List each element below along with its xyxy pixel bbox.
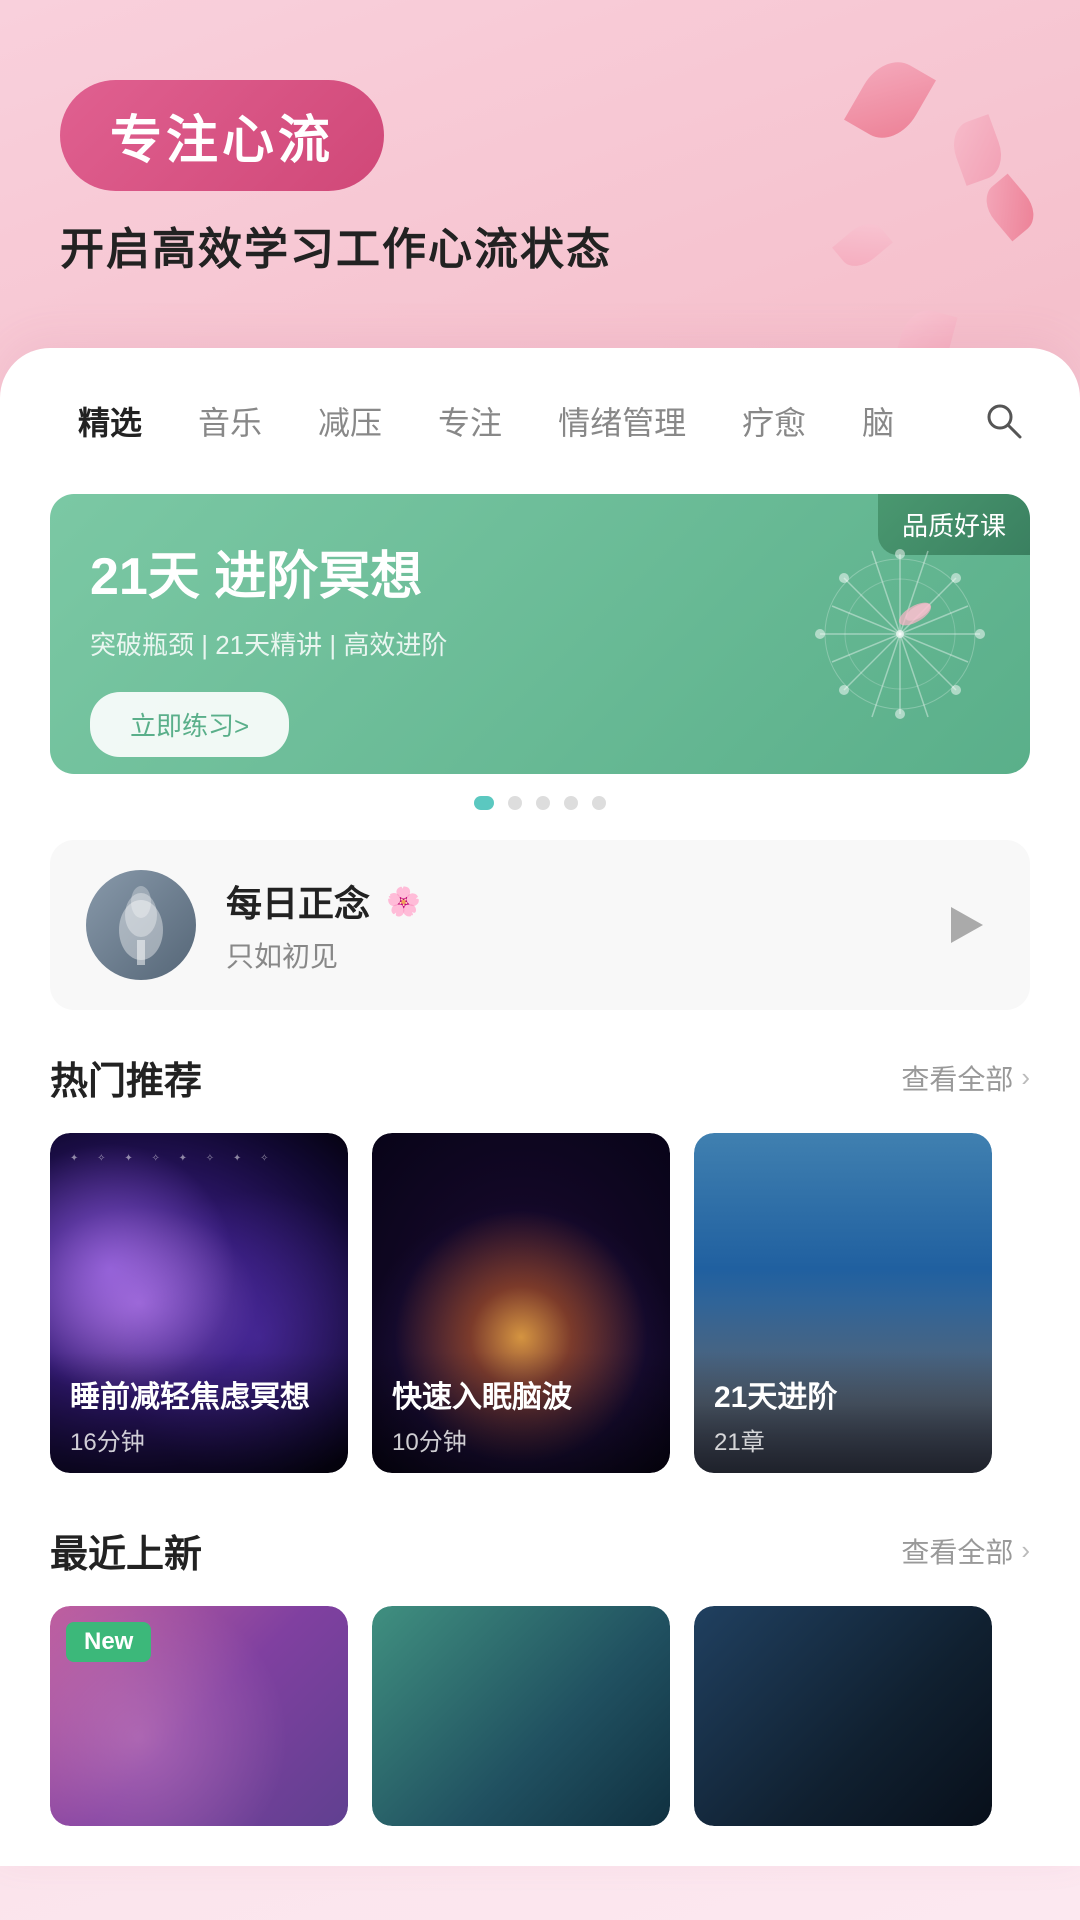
hot-card-2-duration: 10分钟 <box>392 1422 650 1457</box>
banner-cta-button[interactable]: 立即练习> <box>90 692 289 757</box>
hero-subtitle: 开启高效学习工作心流状态 <box>60 221 1020 278</box>
hot-card-3-name: 21天进阶 <box>714 1372 972 1416</box>
search-icon <box>982 399 1026 443</box>
recent-section-header: 最近上新 查看全部 › <box>0 1523 1080 1578</box>
play-icon <box>951 907 983 943</box>
banner-dot-3[interactable] <box>536 796 550 810</box>
recent-section: 最近上新 查看全部 › New <box>0 1523 1080 1826</box>
banner-decoration <box>800 534 1000 734</box>
main-card: 精选 音乐 减压 专注 情绪管理 疗愈 脑 品质好课 21天 进阶冥想 突破瓶颈… <box>0 348 1080 1866</box>
petal-icon: 🌸 <box>386 885 421 918</box>
recent-view-all-button[interactable]: 查看全部 › <box>901 1531 1030 1571</box>
hot-card-1-image: 睡前减轻焦虑冥想 16分钟 <box>50 1133 348 1473</box>
search-button[interactable] <box>978 395 1030 447</box>
hot-card-2[interactable]: 快速入眠脑波 10分钟 <box>372 1133 670 1473</box>
hot-card-2-name: 快速入眠脑波 <box>392 1372 650 1416</box>
daily-title: 每日正念 🌸 <box>226 875 904 927</box>
hot-section-header: 热门推荐 查看全部 › <box>0 1050 1080 1105</box>
hot-card-1[interactable]: 睡前减轻焦虑冥想 16分钟 <box>50 1133 348 1473</box>
hot-section: 热门推荐 查看全部 › 睡前减轻焦虑冥想 16分钟 快速入 <box>0 1050 1080 1473</box>
recent-card-1[interactable]: New <box>50 1606 348 1826</box>
banner-dot-4[interactable] <box>564 796 578 810</box>
daily-card[interactable]: 每日正念 🌸 只如初见 <box>50 840 1030 1010</box>
recent-cards-scroll: New <box>0 1606 1080 1826</box>
recent-card-3[interactable] <box>694 1606 992 1826</box>
chevron-right-icon: › <box>1021 1062 1030 1093</box>
recent-card-1-image: New <box>50 1606 348 1826</box>
tab-focus[interactable]: 专注 <box>410 388 530 454</box>
hot-card-3[interactable]: 21天进阶 21章 <box>694 1133 992 1473</box>
hot-card-3-image: 21天进阶 21章 <box>694 1133 992 1473</box>
tab-heal[interactable]: 疗愈 <box>714 388 834 454</box>
hot-card-3-label: 21天进阶 21章 <box>694 1352 992 1473</box>
daily-subtitle: 只如初见 <box>226 935 904 975</box>
banner: 品质好课 21天 进阶冥想 突破瓶颈 | 21天精讲 | 高效进阶 立即练习> <box>50 494 1030 774</box>
hot-section-title: 热门推荐 <box>50 1050 202 1105</box>
recent-section-title: 最近上新 <box>50 1523 202 1578</box>
recent-chevron-icon: › <box>1021 1535 1030 1566</box>
tab-emotion[interactable]: 情绪管理 <box>530 388 714 454</box>
tab-music[interactable]: 音乐 <box>170 388 290 454</box>
hot-card-2-label: 快速入眠脑波 10分钟 <box>372 1352 670 1473</box>
hero-badge: 专注心流 <box>60 80 384 191</box>
banner-dots <box>0 796 1080 810</box>
hot-card-1-duration: 16分钟 <box>70 1422 328 1457</box>
banner-dot-1[interactable] <box>474 796 494 810</box>
tab-jingxuan[interactable]: 精选 <box>50 388 170 454</box>
play-button[interactable] <box>934 895 994 955</box>
tab-stress[interactable]: 减压 <box>290 388 410 454</box>
recent-card-2[interactable] <box>372 1606 670 1826</box>
hero-section: 专注心流 开启高效学习工作心流状态 <box>0 0 1080 318</box>
daily-info: 每日正念 🌸 只如初见 <box>226 875 904 975</box>
banner-dot-2[interactable] <box>508 796 522 810</box>
recent-card-3-image <box>694 1606 992 1826</box>
nav-tabs: 精选 音乐 减压 专注 情绪管理 疗愈 脑 <box>0 348 1080 454</box>
hot-view-all-button[interactable]: 查看全部 › <box>901 1058 1030 1098</box>
hot-card-1-name: 睡前减轻焦虑冥想 <box>70 1372 328 1416</box>
hot-cards-scroll: 睡前减轻焦虑冥想 16分钟 快速入眠脑波 10分钟 21天进 <box>0 1133 1080 1473</box>
hot-card-1-label: 睡前减轻焦虑冥想 16分钟 <box>50 1352 348 1473</box>
banner-dot-5[interactable] <box>592 796 606 810</box>
recent-card-2-image <box>372 1606 670 1826</box>
tab-brain[interactable]: 脑 <box>834 388 922 454</box>
hot-card-3-duration: 21章 <box>714 1422 972 1457</box>
new-badge: New <box>66 1622 151 1662</box>
hot-card-2-image: 快速入眠脑波 10分钟 <box>372 1133 670 1473</box>
daily-avatar <box>86 870 196 980</box>
